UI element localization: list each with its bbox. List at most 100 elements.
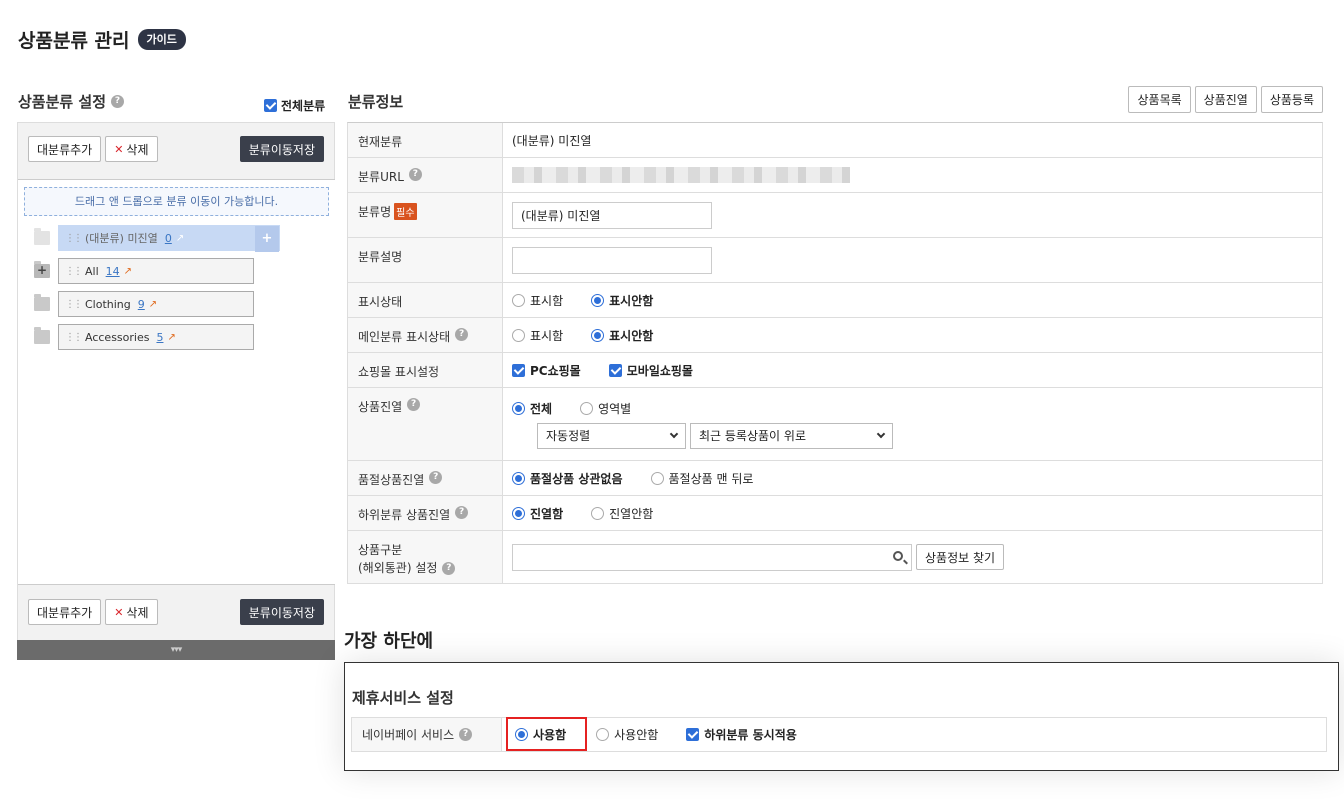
highlight-box [506, 717, 587, 751]
radio-icon[interactable] [580, 401, 594, 415]
mobile-mall-checkbox[interactable]: 모바일쇼핑몰 [608, 362, 693, 379]
tree-node-all[interactable]: + ⋮⋮ All 14 ↗ [34, 258, 254, 284]
external-link-icon[interactable]: ↗ [167, 332, 175, 343]
add-major-category-button[interactable]: 대분류추가 [28, 136, 102, 162]
radio-selected-icon[interactable] [512, 506, 525, 520]
row-label: 메인분류 표시상태? [348, 318, 503, 352]
row-category-url: 분류URL? [348, 158, 1322, 193]
radio-icon[interactable] [591, 506, 605, 520]
help-icon[interactable]: ? [455, 328, 469, 341]
delete-button[interactable]: ✕ 삭제 [105, 136, 158, 162]
sub-display-off-radio[interactable]: 진열안함 [591, 505, 653, 522]
auto-sort-select[interactable]: 자동정렬 [537, 422, 686, 449]
required-badge: 필수 [394, 203, 417, 220]
partner-service-box: 제휴서비스 설정 네이버페이 서비스? 사용함 사용안함 하위분류 동시적용 [344, 662, 1339, 771]
tree-node-count[interactable]: 0 [165, 232, 172, 245]
tree-node-box[interactable]: ⋮⋮ Accessories 5 ↗ [58, 324, 254, 350]
row-soldout-display: 품절상품진열? 품절상품 상관없음 품절상품 맨 뒤로 [348, 461, 1322, 496]
all-category-checkbox[interactable]: 전체분류 [264, 97, 325, 114]
pc-mall-checkbox[interactable]: PC쇼핑몰 [512, 362, 581, 379]
drag-handle-icon[interactable]: ⋮⋮ [65, 299, 83, 310]
category-description-input[interactable] [512, 246, 712, 274]
save-move-button-bottom[interactable]: 분류이동저장 [239, 599, 324, 625]
external-link-icon[interactable]: ↗ [124, 266, 132, 277]
tree-node-count[interactable]: 5 [156, 331, 163, 344]
tree-node-box[interactable]: ⋮⋮ Clothing 9 ↗ [58, 291, 254, 317]
sort-order-select[interactable]: 최근 등록상품이 위로 [690, 422, 893, 449]
sub-display-on-radio[interactable]: 진열함 [512, 505, 563, 522]
display-show-radio[interactable]: 표시함 [512, 292, 563, 309]
tree-node-count[interactable]: 9 [138, 298, 145, 311]
naverpay-nouse-radio[interactable]: 사용안함 [596, 726, 658, 743]
check-icon[interactable] [512, 363, 525, 377]
partner-service-title: 제휴서비스 설정 [352, 689, 454, 707]
add-subcategory-icon[interactable]: + [255, 226, 279, 252]
save-move-button[interactable]: 분류이동저장 [239, 136, 324, 162]
display-all-radio[interactable]: 전체 [512, 400, 552, 417]
help-icon[interactable]: ? [408, 168, 422, 181]
chevron-down-icon [876, 429, 886, 439]
product-display-button[interactable]: 상품진열 [1194, 86, 1257, 113]
resize-handle[interactable]: ▾▾▾ [17, 640, 335, 660]
help-icon[interactable]: ? [111, 95, 125, 108]
find-product-info-button[interactable]: 상품정보 찾기 [916, 544, 1005, 570]
row-sub-category-display: 하위분류 상품진열? 진열함 진열안함 [348, 496, 1322, 531]
radio-selected-icon[interactable] [591, 293, 605, 307]
check-icon[interactable] [264, 99, 277, 112]
category-url-redacted [512, 167, 850, 183]
radio-selected-icon[interactable] [591, 328, 605, 342]
product-register-button[interactable]: 상품등록 [1260, 86, 1323, 113]
display-hide-radio[interactable]: 표시안함 [591, 292, 653, 309]
delete-button-bottom[interactable]: ✕ 삭제 [105, 599, 158, 625]
tree-node-box[interactable]: ⋮⋮ All 14 ↗ [58, 258, 254, 284]
check-icon[interactable] [686, 728, 700, 741]
guide-button[interactable]: 가이드 [137, 29, 186, 50]
tree-node-count[interactable]: 14 [106, 265, 120, 278]
row-label: 분류URL? [348, 158, 503, 192]
help-icon[interactable]: ? [407, 398, 421, 411]
search-icon[interactable] [893, 550, 903, 561]
radio-icon[interactable] [596, 728, 610, 741]
tree-node-clothing[interactable]: ⋮⋮ Clothing 9 ↗ [34, 291, 254, 317]
tree-node-accessories[interactable]: ⋮⋮ Accessories 5 ↗ [34, 324, 254, 350]
category-name-input[interactable]: (대분류) 미진열 [512, 201, 712, 229]
drag-handle-icon[interactable]: ⋮⋮ [65, 266, 83, 277]
drag-handle-icon[interactable]: ⋮⋮ [65, 233, 83, 244]
all-category-label: 전체분류 [281, 99, 326, 113]
tree-node-label: All [85, 264, 99, 278]
external-link-icon[interactable]: ↗ [149, 299, 157, 310]
drag-handle-icon[interactable]: ⋮⋮ [65, 332, 83, 343]
radio-icon[interactable] [512, 293, 525, 307]
chevron-down-icon [669, 429, 679, 439]
help-icon[interactable]: ? [455, 506, 469, 519]
radio-selected-icon[interactable] [512, 401, 525, 415]
check-icon[interactable] [608, 363, 622, 377]
row-label: 쇼핑몰 표시설정 [348, 353, 503, 387]
row-label: 표시상태 [348, 283, 503, 317]
apply-sub-category-checkbox[interactable]: 하위분류 동시적용 [686, 726, 797, 743]
help-icon[interactable]: ? [442, 562, 456, 575]
category-settings-title-text: 상품분류 설정 [18, 93, 107, 111]
row-display-status: 표시상태 표시함 표시안함 [348, 283, 1322, 318]
radio-icon[interactable] [650, 471, 664, 485]
row-customs-settings: 상품구분 (해외통관) 설정? 상품정보 찾기 [348, 531, 1322, 584]
help-icon[interactable]: ? [459, 728, 473, 741]
external-link-icon[interactable]: ↗ [176, 233, 184, 244]
row-label: 상품구분 (해외통관) 설정? [348, 531, 503, 583]
soldout-ignore-radio[interactable]: 품절상품 상관없음 [512, 470, 623, 487]
tree-node-box[interactable]: ⋮⋮ (대분류) 미진열 0 ↗ + [58, 225, 280, 252]
product-list-button[interactable]: 상품목록 [1128, 86, 1191, 113]
soldout-last-radio[interactable]: 품절상품 맨 뒤로 [650, 470, 753, 487]
close-icon: ✕ [114, 142, 124, 156]
tree-node-undisplayed[interactable]: ⋮⋮ (대분류) 미진열 0 ↗ + [34, 225, 280, 252]
radio-selected-icon[interactable] [512, 471, 525, 485]
help-icon[interactable]: ? [429, 471, 443, 484]
radio-icon[interactable] [512, 328, 525, 342]
add-major-category-button-bottom[interactable]: 대분류추가 [28, 599, 102, 625]
product-type-search-input[interactable] [512, 543, 912, 571]
folder-expand-icon[interactable]: + [34, 261, 50, 278]
row-label: 상품진열? [348, 388, 503, 460]
main-display-hide-radio[interactable]: 표시안함 [591, 327, 653, 344]
main-display-show-radio[interactable]: 표시함 [512, 327, 563, 344]
display-by-area-radio[interactable]: 영역별 [580, 400, 631, 417]
